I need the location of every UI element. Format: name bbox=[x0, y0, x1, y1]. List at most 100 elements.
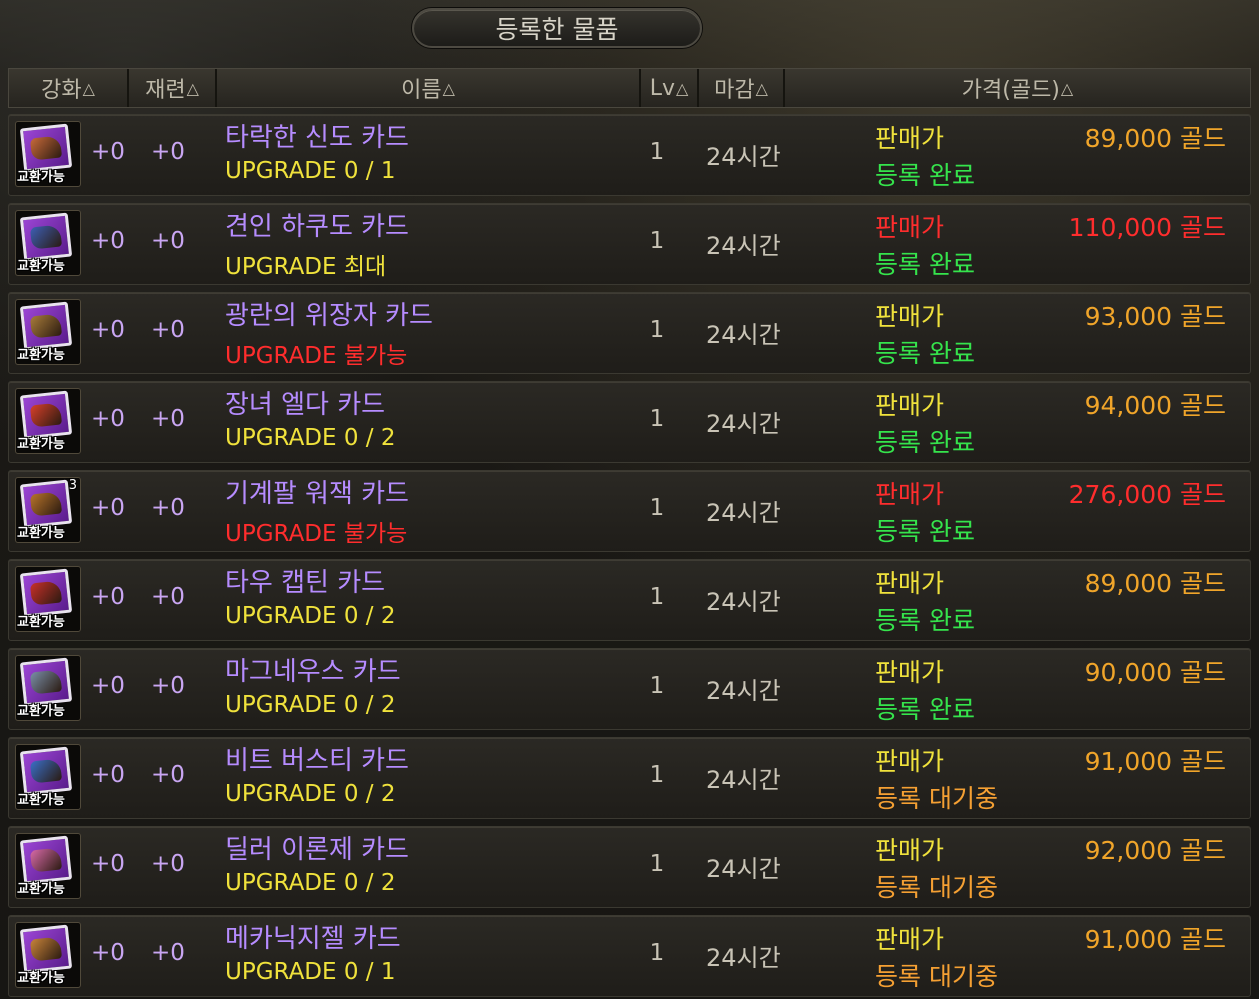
sort-level-header[interactable]: Lv △ bbox=[641, 69, 699, 107]
refine-value: +0 bbox=[151, 851, 185, 877]
item-level: 1 bbox=[649, 139, 665, 165]
item-row[interactable]: 교환가능 +0 +0 타락한 신도 카드 UPGRADE 0 / 1 1 24시… bbox=[8, 114, 1251, 196]
enhance-value: +0 bbox=[91, 139, 125, 165]
tradeable-badge: 교환가능 bbox=[17, 971, 65, 986]
column-header-bar: 강화 △ 재련 △ 이름 △ Lv △ 마감 △ 가격(골드) △ bbox=[8, 68, 1251, 108]
enhance-value: +0 bbox=[91, 851, 125, 877]
item-row[interactable]: 교환가능 +0 +0 딜러 이론제 카드 UPGRADE 0 / 2 1 24시… bbox=[8, 826, 1251, 908]
tradeable-badge: 교환가능 bbox=[17, 526, 65, 541]
item-icon-slot[interactable]: 교환가능 bbox=[15, 121, 81, 187]
item-icon-slot[interactable]: 교환가능 bbox=[15, 655, 81, 721]
item-row[interactable]: 교환가능 +0 +0 타우 캡틴 카드 UPGRADE 0 / 2 1 24시간… bbox=[8, 559, 1251, 641]
enhance-value: +0 bbox=[91, 406, 125, 432]
header-label: 가격(골드) bbox=[961, 78, 1060, 103]
enhance-value: +0 bbox=[91, 940, 125, 966]
registration-status: 등록 완료 bbox=[875, 428, 975, 457]
card-icon-beat-bustee bbox=[29, 758, 63, 784]
deadline: 24시간 bbox=[706, 855, 781, 883]
price-label: 판매가 bbox=[875, 124, 945, 153]
deadline: 24시간 bbox=[706, 499, 781, 527]
item-level: 1 bbox=[649, 940, 665, 966]
card-icon-dealer-ironje bbox=[29, 847, 63, 873]
item-icon-slot[interactable]: 교환가능 bbox=[15, 210, 81, 276]
item-name: 비트 버스티 카드 bbox=[225, 746, 409, 776]
item-row[interactable]: 교환가능 +0 +0 비트 버스티 카드 UPGRADE 0 / 2 1 24시… bbox=[8, 737, 1251, 819]
refine-value: +0 bbox=[151, 139, 185, 165]
refine-value: +0 bbox=[151, 762, 185, 788]
sort-deadline-header[interactable]: 마감 △ bbox=[699, 69, 785, 107]
refine-value: +0 bbox=[151, 317, 185, 343]
deadline: 24시간 bbox=[706, 944, 781, 972]
item-icon-slot[interactable]: 교환가능 bbox=[15, 299, 81, 365]
item-icon-slot[interactable]: 교환가능 bbox=[15, 922, 81, 988]
registration-status: 등록 대기중 bbox=[875, 784, 998, 813]
item-price: 93,000 골드 bbox=[1084, 302, 1226, 331]
refine-value: +0 bbox=[151, 406, 185, 432]
item-level: 1 bbox=[649, 851, 665, 877]
item-name: 마그네우스 카드 bbox=[225, 657, 401, 687]
item-level: 1 bbox=[649, 317, 665, 343]
refine-value: +0 bbox=[151, 940, 185, 966]
tradeable-badge: 교환가능 bbox=[17, 704, 65, 719]
item-row[interactable]: 교환가능 +0 +0 견인 하쿠도 카드 UPGRADE 최대 1 24시간 판… bbox=[8, 203, 1251, 285]
item-row[interactable]: 교환가능 +0 +0 광란의 위장자 카드 UPGRADE 불가능 1 24시간… bbox=[8, 292, 1251, 374]
registration-status: 등록 완료 bbox=[875, 695, 975, 724]
tradeable-badge: 교환가능 bbox=[17, 882, 65, 897]
sort-arrow-icon: △ bbox=[1060, 78, 1074, 98]
price-label: 판매가 bbox=[875, 747, 945, 776]
enhance-value: +0 bbox=[91, 673, 125, 699]
item-name: 광란의 위장자 카드 bbox=[225, 301, 433, 331]
deadline: 24시간 bbox=[706, 143, 781, 171]
tradeable-badge: 교환가능 bbox=[17, 259, 65, 274]
price-label: 판매가 bbox=[875, 391, 945, 420]
deadline: 24시간 bbox=[706, 232, 781, 260]
refine-value: +0 bbox=[151, 584, 185, 610]
refine-value: +0 bbox=[151, 673, 185, 699]
registration-status: 등록 완료 bbox=[875, 606, 975, 635]
item-icon-slot[interactable]: 교환가능 bbox=[15, 744, 81, 810]
price-label: 판매가 bbox=[875, 658, 945, 687]
item-price: 91,000 골드 bbox=[1084, 925, 1226, 954]
item-price: 94,000 골드 bbox=[1084, 391, 1226, 420]
registration-status: 등록 대기중 bbox=[875, 873, 998, 902]
registration-status: 등록 완료 bbox=[875, 161, 975, 190]
item-level: 1 bbox=[649, 495, 665, 521]
enhance-value: +0 bbox=[91, 762, 125, 788]
header-label: 재련 bbox=[145, 78, 186, 103]
sort-enhance-header[interactable]: 강화 △ bbox=[9, 69, 129, 107]
header-label: Lv bbox=[649, 75, 675, 101]
item-icon-slot[interactable]: 교환가능 bbox=[15, 388, 81, 454]
header-label: 강화 bbox=[41, 78, 82, 103]
header-label: 마감 bbox=[714, 78, 755, 103]
card-icon-frenzied-disguiser bbox=[29, 313, 63, 339]
sort-refine-header[interactable]: 재련 △ bbox=[129, 69, 217, 107]
upgrade-status: UPGRADE 0 / 1 bbox=[225, 959, 396, 985]
sort-arrow-icon: △ bbox=[186, 78, 199, 98]
item-row[interactable]: 교환가능 +0 +0 마그네우스 카드 UPGRADE 0 / 2 1 24시간… bbox=[8, 648, 1251, 730]
item-row[interactable]: 3 교환가능 +0 +0 기계팔 워잭 카드 UPGRADE 불가능 1 24시… bbox=[8, 470, 1251, 552]
enhance-value: +0 bbox=[91, 495, 125, 521]
tradeable-badge: 교환가능 bbox=[17, 170, 65, 185]
card-icon-tau-captain bbox=[29, 580, 63, 606]
item-icon-slot[interactable]: 교환가능 bbox=[15, 833, 81, 899]
sort-arrow-icon: △ bbox=[82, 78, 95, 98]
item-row[interactable]: 교환가능 +0 +0 장녀 엘다 카드 UPGRADE 0 / 2 1 24시간… bbox=[8, 381, 1251, 463]
item-name: 장녀 엘다 카드 bbox=[225, 390, 386, 420]
price-label: 판매가 bbox=[875, 836, 945, 865]
card-icon-wojack bbox=[29, 491, 63, 517]
card-icon-magnus bbox=[29, 669, 63, 695]
enhance-value: +0 bbox=[91, 584, 125, 610]
sort-arrow-icon: △ bbox=[675, 78, 689, 98]
upgrade-status: UPGRADE 0 / 1 bbox=[225, 158, 396, 184]
tradeable-badge: 교환가능 bbox=[17, 437, 65, 452]
registration-status: 등록 완료 bbox=[875, 250, 975, 279]
price-label: 판매가 bbox=[875, 569, 945, 598]
sort-price-header[interactable]: 가격(골드) △ bbox=[785, 69, 1250, 107]
item-icon-slot[interactable]: 3 교환가능 bbox=[15, 477, 81, 543]
refine-value: +0 bbox=[151, 495, 185, 521]
item-icon-slot[interactable]: 교환가능 bbox=[15, 566, 81, 632]
item-row[interactable]: 교환가능 +0 +0 메카닉지젤 카드 UPGRADE 0 / 1 1 24시간… bbox=[8, 915, 1251, 997]
item-price: 90,000 골드 bbox=[1084, 658, 1226, 687]
item-name: 기계팔 워잭 카드 bbox=[225, 479, 409, 509]
sort-name-header[interactable]: 이름 △ bbox=[217, 69, 641, 107]
